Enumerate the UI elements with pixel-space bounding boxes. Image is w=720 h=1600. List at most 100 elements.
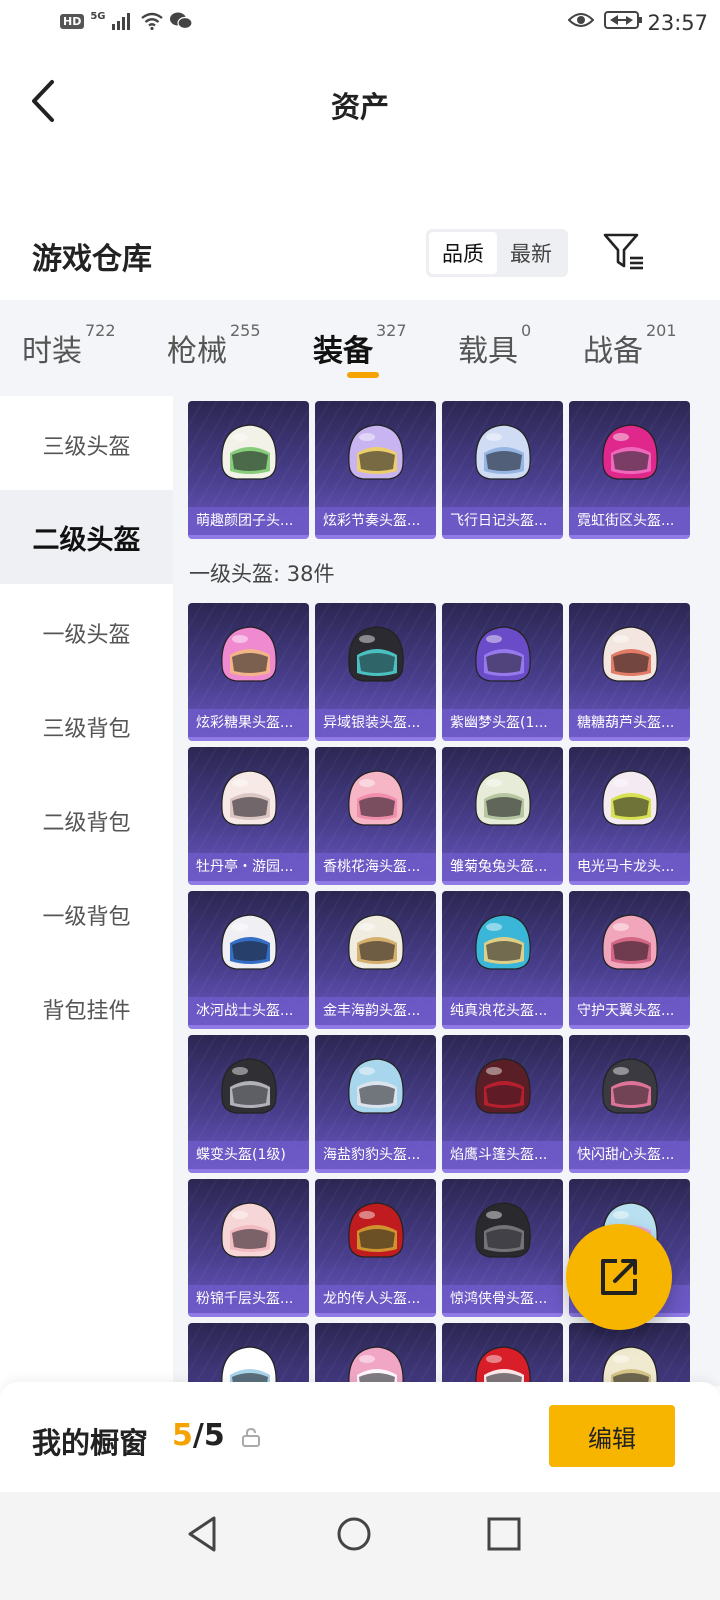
item-card[interactable]: 糖糖葫芦头盔...	[569, 603, 690, 741]
item-name: 紫幽梦头盔(1...	[442, 709, 563, 737]
item-card[interactable]: 金丰海韵头盔...	[315, 891, 436, 1029]
tab-fashion[interactable]: 时装722	[22, 321, 116, 370]
item-card[interactable]: 飞行日记头盔...	[442, 401, 563, 539]
item-name: 焰鹰斗篷头盔...	[442, 1141, 563, 1169]
item-card[interactable]	[442, 1323, 563, 1386]
showcase-count-separator: /	[192, 1418, 204, 1453]
helmet-icon	[221, 770, 277, 826]
status-left: HD 5G	[60, 10, 192, 30]
item-card[interactable]: 异域银装头盔...	[315, 603, 436, 741]
item-card[interactable]: 守护天翼头盔...	[569, 891, 690, 1029]
nav-back-button[interactable]	[182, 1512, 226, 1556]
item-name: 纯真浪花头盔...	[442, 997, 563, 1025]
warehouse-title: 游戏仓库	[32, 242, 152, 277]
item-card[interactable]: 蝶变头盔(1级)	[188, 1035, 309, 1173]
showcase-bar: 我的橱窗 5/5 编辑	[0, 1382, 720, 1492]
item-card[interactable]	[315, 1323, 436, 1386]
grid-row	[188, 1323, 690, 1386]
lock-icon	[242, 1427, 260, 1447]
share-fab[interactable]	[566, 1224, 672, 1330]
helmet-icon	[221, 1202, 277, 1258]
item-card[interactable]: 冰河战士头盔...	[188, 891, 309, 1029]
grid-row: 蝶变头盔(1级) 海盐豹豹头盔... 焰鹰斗篷头盔... 快闪甜心头盔...	[188, 1035, 690, 1173]
sort-quality-option[interactable]: 品质	[429, 232, 497, 274]
item-card[interactable]: 纯真浪花头盔...	[442, 891, 563, 1029]
tab-supplies[interactable]: 战备201	[583, 321, 677, 370]
item-card[interactable]	[188, 1323, 309, 1386]
status-time: 23:57	[647, 11, 708, 35]
network-type: 5G	[90, 10, 106, 22]
helmet-icon	[602, 770, 658, 826]
nav-recents-button[interactable]	[482, 1512, 526, 1556]
item-name: 牡丹亭・游园...	[188, 853, 309, 881]
sort-toggle: 品质 最新	[426, 229, 568, 277]
signal-icon	[111, 13, 130, 30]
grid-row: 冰河战士头盔... 金丰海韵头盔... 纯真浪花头盔... 守护天翼头盔...	[188, 891, 690, 1029]
item-name: 蝶变头盔(1级)	[188, 1141, 309, 1169]
helmet-icon	[475, 424, 531, 480]
share-icon	[601, 1259, 637, 1295]
item-card[interactable]: 萌趣颜团子头...	[188, 401, 309, 539]
item-card[interactable]: 焰鹰斗篷头盔...	[442, 1035, 563, 1173]
tab-count: 201	[646, 321, 677, 340]
item-name: 异域银装头盔...	[315, 709, 436, 737]
helmet-icon	[348, 626, 404, 682]
item-card[interactable]: 粉锦千层头盔...	[188, 1179, 309, 1317]
item-card[interactable]: 牡丹亭・游园...	[188, 747, 309, 885]
item-card[interactable]: 龙的传人头盔...	[315, 1179, 436, 1317]
helmet-icon	[221, 626, 277, 682]
helmet-icon	[475, 914, 531, 970]
nav-home-icon	[337, 1517, 371, 1551]
eye-icon	[568, 13, 594, 27]
item-card[interactable]: 炫彩节奏头盔...	[315, 401, 436, 539]
sidebar-item-level1-helmet[interactable]: 一级头盔	[0, 586, 173, 680]
sidebar-item-level3-helmet[interactable]: 三级头盔	[0, 398, 173, 492]
tab-guns[interactable]: 枪械255	[167, 321, 261, 370]
nav-home-button[interactable]	[332, 1512, 376, 1556]
helmet-icon	[221, 1346, 277, 1386]
helmet-icon	[348, 1346, 404, 1386]
sort-newest-option[interactable]: 最新	[497, 232, 565, 274]
helmet-icon	[348, 424, 404, 480]
item-card[interactable]: 霓虹街区头盔...	[569, 401, 690, 539]
helmet-icon	[475, 1058, 531, 1114]
sidebar-item-level2-helmet[interactable]: 二级头盔	[0, 490, 173, 584]
item-name: 飞行日记头盔...	[442, 507, 563, 535]
item-name: 炫彩糖果头盔...	[188, 709, 309, 737]
item-card[interactable]: 雏菊兔兔头盔...	[442, 747, 563, 885]
tab-label: 载具	[458, 334, 518, 369]
section-label: 一级头盔: 38件	[189, 562, 335, 586]
tab-vehicles[interactable]: 载具0	[458, 321, 531, 370]
item-card[interactable]: 紫幽梦头盔(1...	[442, 603, 563, 741]
item-card[interactable]	[569, 1323, 690, 1386]
showcase-title: 我的橱窗	[32, 1426, 149, 1460]
tab-equipment[interactable]: 装备327	[313, 321, 407, 370]
sidebar-item-backpack-pendant[interactable]: 背包挂件	[0, 962, 173, 1056]
sidebar-item-level1-backpack[interactable]: 一级背包	[0, 868, 173, 962]
filter-button[interactable]	[602, 232, 646, 272]
app-header: 资产	[0, 62, 720, 142]
helmet-icon	[602, 1058, 658, 1114]
item-card[interactable]: 香桃花海头盔...	[315, 747, 436, 885]
grid-row: 炫彩糖果头盔... 异域银装头盔... 紫幽梦头盔(1... 糖糖葫芦头盔...	[188, 603, 690, 741]
item-name: 惊鸿侠骨头盔...	[442, 1285, 563, 1313]
item-name: 粉锦千层头盔...	[188, 1285, 309, 1313]
helmet-icon	[475, 626, 531, 682]
item-name: 金丰海韵头盔...	[315, 997, 436, 1025]
helmet-icon	[348, 1058, 404, 1114]
wechat-icon	[169, 12, 192, 30]
helmet-icon	[602, 424, 658, 480]
item-card[interactable]: 快闪甜心头盔...	[569, 1035, 690, 1173]
sidebar-item-level3-backpack[interactable]: 三级背包	[0, 680, 173, 774]
battery-icon	[604, 11, 642, 29]
item-card[interactable]: 炫彩糖果头盔...	[188, 603, 309, 741]
edit-button[interactable]: 编辑	[549, 1405, 675, 1467]
system-navbar	[0, 1492, 720, 1600]
item-card[interactable]: 海盐豹豹头盔...	[315, 1035, 436, 1173]
item-card[interactable]: 电光马卡龙头...	[569, 747, 690, 885]
grid-row: 萌趣颜团子头... 炫彩节奏头盔... 飞行日记头盔... 霓虹街区头盔...	[188, 401, 690, 539]
tab-count: 722	[85, 321, 116, 340]
tab-label: 时装	[22, 334, 82, 369]
sidebar-item-level2-backpack[interactable]: 二级背包	[0, 774, 173, 868]
item-card[interactable]: 惊鸿侠骨头盔...	[442, 1179, 563, 1317]
